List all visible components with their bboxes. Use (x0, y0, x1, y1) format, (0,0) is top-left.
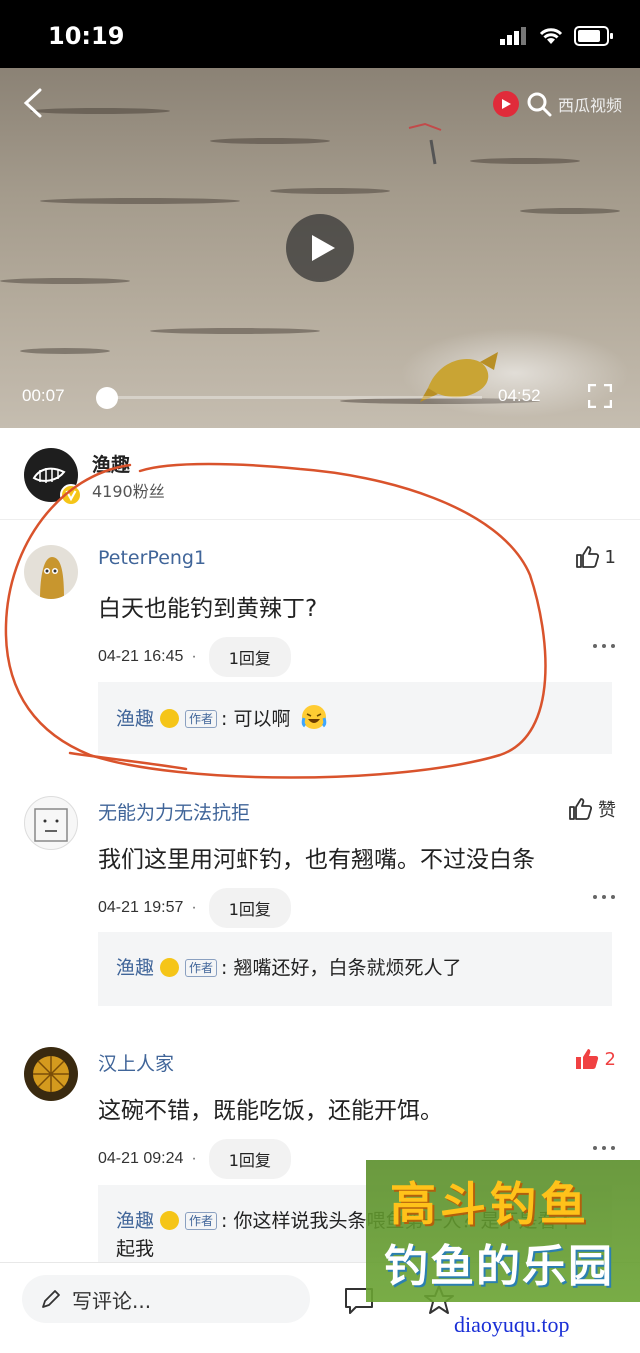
reply-preview[interactable]: 渔趣 作者: 可以啊 (98, 682, 612, 754)
reply-count-button[interactable]: 1回复 (208, 1139, 291, 1179)
comment-meta: 04-21 09:24 · 1回复 (98, 1139, 291, 1179)
water-ripple (30, 108, 170, 114)
comment-meta: 04-21 19:57 · 1回复 (98, 888, 291, 928)
author-header[interactable]: 渔趣 4190粉丝 (0, 428, 640, 520)
comment-time: 04-21 16:45 (98, 648, 184, 665)
reply-count-button[interactable]: 1回复 (208, 888, 291, 928)
like-button[interactable]: 1 (575, 545, 616, 569)
reply-preview[interactable]: 渔趣 作者: 翘嘴还好，白条就烦死人了 (98, 932, 612, 1006)
reply-text: : 可以啊 (221, 708, 291, 730)
xigua-logo-icon (492, 91, 519, 117)
verified-icon (60, 484, 82, 506)
more-icon[interactable] (592, 892, 616, 902)
meta-separator: · (191, 648, 197, 665)
comment-text: 这碗不错，既能吃饭，还能开饵。 (98, 1098, 443, 1124)
battery-icon (574, 26, 613, 46)
verified-icon (160, 1211, 180, 1230)
video-player[interactable]: 西瓜视频 00:07 04:52 (0, 68, 640, 428)
avatar-image (33, 1056, 69, 1092)
comment-time: 04-21 09:24 (98, 1150, 184, 1167)
comment-item: 无能为力无法抗拒 赞 我们这里用河虾钓，也有翘嘴。不过没白条 04-21 19:… (0, 796, 640, 1011)
author-tag: 作者 (185, 959, 218, 977)
water-ripple (0, 278, 130, 284)
user-avatar[interactable] (24, 1047, 78, 1101)
reply-author[interactable]: 渔趣 (116, 708, 154, 730)
wifi-icon (539, 28, 563, 44)
search-icon[interactable] (526, 91, 552, 117)
meta-separator: · (191, 899, 197, 916)
brand-label: 西瓜视频 (557, 96, 622, 115)
avatar-image (34, 808, 68, 842)
reply-author[interactable]: 渔趣 (116, 1210, 154, 1232)
comment-text: 我们这里用河虾钓，也有翘嘴。不过没白条 (98, 847, 535, 873)
water-ripple (20, 348, 110, 354)
author-tag: 作者 (185, 710, 218, 728)
status-bar: 10:19 (0, 0, 640, 68)
crying-laugh-emoji (301, 705, 326, 729)
comment-username[interactable]: 无能为力无法抗拒 (98, 798, 250, 825)
fishing-line-lure (408, 122, 442, 165)
watermark-url: diaoyuqu.top (454, 1312, 570, 1337)
video-brand[interactable]: 西瓜视频 (492, 90, 622, 118)
play-button[interactable] (286, 214, 354, 282)
play-icon (312, 235, 335, 261)
like-button[interactable]: 赞 (568, 796, 616, 822)
progress-slider[interactable] (96, 387, 482, 409)
current-time: 00:07 (22, 386, 65, 405)
avatar-image (40, 557, 64, 599)
comment-username[interactable]: PeterPeng1 (98, 547, 206, 569)
user-avatar[interactable] (24, 796, 78, 850)
water-ripple (470, 158, 580, 164)
reply-count-button[interactable]: 1回复 (208, 637, 291, 677)
comment-input[interactable]: 写评论... (22, 1275, 310, 1323)
comment-meta: 04-21 16:45 · 1回复 (98, 637, 291, 677)
comment-placeholder: 写评论... (72, 1288, 152, 1313)
comment-text: 白天也能钓到黄辣丁? (98, 596, 318, 622)
comment-username[interactable]: 汉上人家 (98, 1049, 174, 1076)
user-avatar[interactable] (24, 545, 78, 599)
water-ripple (270, 188, 390, 194)
comment-time: 04-21 19:57 (98, 899, 184, 916)
cellular-signal-icon (500, 27, 526, 45)
status-icons (500, 26, 614, 46)
author-avatar[interactable] (24, 448, 82, 506)
verified-icon (160, 709, 180, 728)
reply-author[interactable]: 渔趣 (116, 957, 154, 979)
water-ripple (520, 208, 620, 214)
like-button[interactable]: 2 (575, 1047, 616, 1071)
water-ripple (40, 198, 240, 204)
status-time: 10:19 (48, 22, 125, 50)
like-count: 赞 (598, 800, 616, 821)
water-ripple (210, 138, 330, 144)
more-icon[interactable] (592, 641, 616, 651)
progress-knob[interactable] (96, 387, 119, 409)
watermark-overlay: 高斗钓鱼 钓鱼的乐园 diaoyuqu.top (366, 1160, 640, 1353)
author-fans: 4190粉丝 (92, 482, 165, 501)
back-icon[interactable] (20, 88, 50, 118)
like-count: 1 (604, 546, 616, 568)
watermark-subtitle: 钓鱼的乐园 (384, 1241, 614, 1292)
water-ripple (150, 328, 320, 334)
thumb-up-icon (569, 798, 592, 820)
verified-icon (160, 958, 180, 977)
thumb-up-filled-icon (575, 1049, 598, 1069)
author-name[interactable]: 渔趣 (92, 450, 130, 477)
comment-item: PeterPeng1 1 白天也能钓到黄辣丁? 04-21 16:45 · 1回… (0, 545, 640, 760)
author-tag: 作者 (185, 1212, 218, 1230)
reply-text: : 翘嘴还好，白条就烦死人了 (221, 957, 462, 979)
pencil-icon (42, 1290, 60, 1308)
thumb-up-icon (575, 546, 599, 568)
meta-separator: · (191, 1150, 197, 1167)
more-icon[interactable] (592, 1143, 616, 1153)
like-count: 2 (604, 1048, 616, 1070)
watermark-title: 高斗钓鱼 (390, 1177, 590, 1231)
total-time: 04:52 (498, 386, 541, 405)
fullscreen-icon[interactable] (588, 384, 612, 408)
